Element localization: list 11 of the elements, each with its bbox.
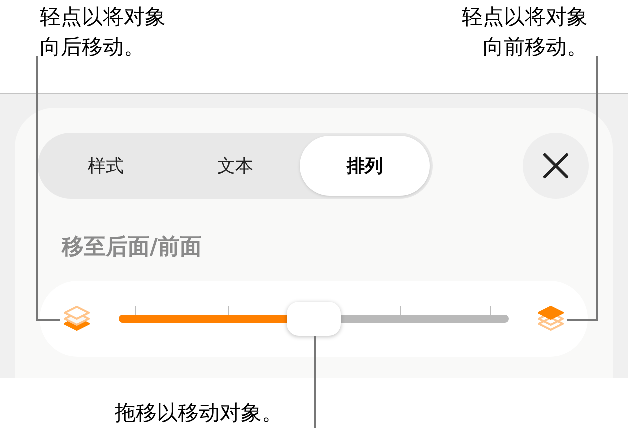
callout-text: 轻点以将对象向后移动。 [40, 4, 167, 61]
callout-text: 轻点以将对象向前移动。 [461, 4, 588, 61]
slider-thumb[interactable] [287, 302, 341, 336]
section-title: 移至后面/前面 [62, 234, 204, 262]
send-backward-icon[interactable] [62, 304, 92, 334]
close-icon [543, 153, 569, 179]
tab[interactable]: 文本 [170, 136, 300, 196]
tab[interactable]: 样式 [41, 136, 171, 196]
tab[interactable]: 排列 [300, 136, 430, 196]
bring-forward-icon[interactable] [536, 304, 566, 334]
callout-text: 拖移以移动对象。 [115, 400, 283, 427]
